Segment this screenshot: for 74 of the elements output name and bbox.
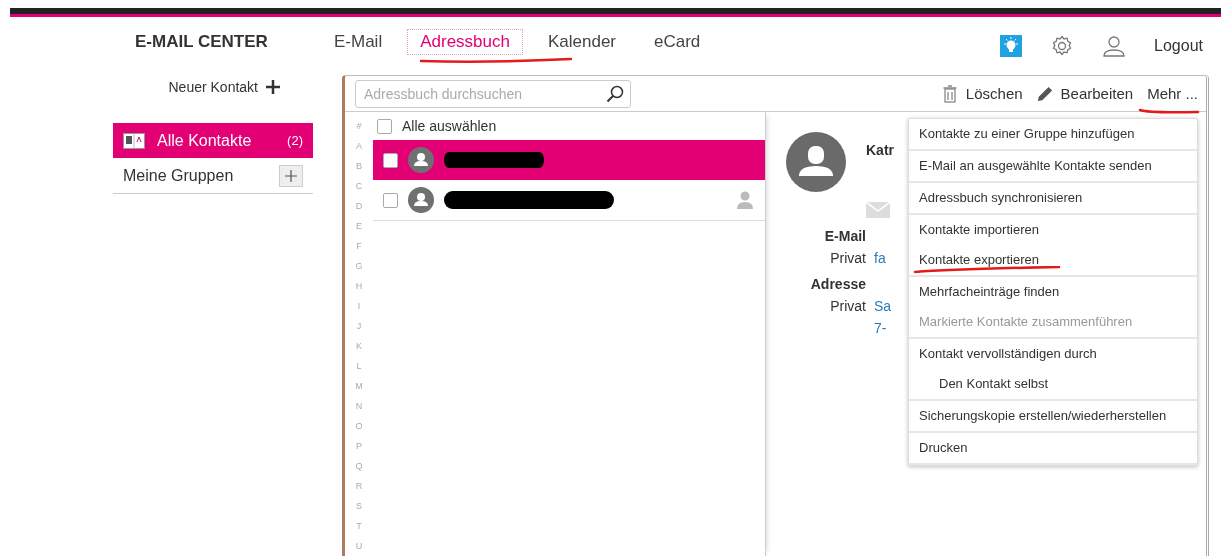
sidebar-label: Alle Kontakte [157, 131, 253, 150]
checkbox[interactable] [377, 118, 392, 134]
avatar-icon [786, 132, 846, 192]
menu-item[interactable]: Den Kontakt selbst [909, 369, 1197, 399]
search-icon[interactable] [606, 84, 624, 103]
section-title: E-Mail [823, 228, 866, 244]
contact-row[interactable] [373, 140, 765, 180]
checkbox[interactable] [383, 152, 398, 168]
field-label: Privat [829, 298, 866, 316]
menu-item[interactable]: Mehrfacheinträge finden [909, 277, 1197, 307]
nav-tab[interactable]: eCard [641, 29, 714, 55]
toolbar-button[interactable]: Mehr ... [1147, 84, 1198, 103]
index-letter[interactable]: M [355, 376, 363, 396]
sidebar-item[interactable]: Alle Kontakte (2) [113, 123, 313, 158]
lightbulb-icon[interactable] [1000, 35, 1023, 57]
index-letter[interactable]: K [356, 336, 362, 356]
menu-item[interactable]: E-Mail an ausgewählte Kontakte senden [909, 151, 1197, 181]
menu-item[interactable]: Kontakt vervollständigen durch [909, 339, 1197, 369]
index-letter[interactable]: G [355, 256, 363, 276]
plus-icon [285, 170, 297, 182]
index-letter[interactable]: C [355, 176, 363, 196]
field-value[interactable]: 7- [874, 320, 892, 336]
checkbox[interactable] [383, 192, 398, 208]
contact-name: Katr [866, 142, 894, 160]
index-letter[interactable]: O [355, 416, 363, 436]
brand-title: E-MAIL CENTER [135, 32, 269, 52]
index-letter[interactable]: L [356, 356, 362, 376]
menu-item[interactable]: Kontakte zu einer Gruppe hinzufügen [909, 119, 1197, 149]
contact-count: (2) [287, 133, 303, 148]
sidebar-item[interactable]: Meine Gruppen [113, 159, 313, 194]
index-letter[interactable]: S [356, 496, 362, 516]
index-letter[interactable]: Q [355, 456, 363, 476]
menu-item[interactable]: Drucken [909, 433, 1197, 463]
menu-item[interactable]: Kontakte exportieren [909, 245, 1197, 275]
search-field[interactable]: Adressbuch durchsuchen [355, 79, 631, 108]
menu-item[interactable]: Adressbuch synchronisieren [909, 183, 1197, 213]
index-letter[interactable]: T [356, 516, 362, 536]
index-letter[interactable]: U [355, 536, 363, 556]
plus-icon [266, 80, 280, 94]
index-letter[interactable]: H [355, 276, 363, 296]
select-all-label: Alle auswählen [402, 118, 497, 134]
nav-tab[interactable]: Kalender [534, 29, 629, 55]
new-contact-button[interactable]: Neuer Kontakt [168, 79, 280, 95]
logout-link[interactable]: Logout [1154, 37, 1203, 55]
index-letter[interactable]: E [356, 216, 362, 236]
field-label: Privat [829, 250, 866, 266]
nav-tab[interactable]: Adressbuch [407, 29, 523, 55]
nav-tab[interactable]: E-Mail [333, 29, 396, 55]
index-letter[interactable]: # [356, 116, 362, 136]
index-letter[interactable]: N [355, 396, 363, 416]
menu-item[interactable]: Kontakte importieren [909, 215, 1197, 245]
index-letter[interactable]: A [356, 136, 362, 156]
avatar-icon [408, 187, 434, 213]
pencil-icon [1036, 84, 1053, 103]
add-group-button[interactable] [279, 165, 303, 187]
field-value[interactable]: Sa [874, 298, 892, 314]
toolbar-button[interactable]: Bearbeiten [1036, 84, 1134, 103]
field-value[interactable]: fa [874, 250, 886, 266]
trash-icon [941, 84, 958, 103]
index-letter[interactable]: J [356, 316, 362, 336]
section-title: Adresse [809, 276, 866, 292]
index-letter[interactable]: P [356, 436, 362, 456]
toolbar-button[interactable]: Löschen [941, 84, 1023, 103]
menu-item[interactable]: Sicherungskopie erstellen/wiederherstellen [909, 401, 1197, 431]
index-letter[interactable]: D [355, 196, 363, 216]
avatar-icon [408, 147, 434, 173]
index-letter[interactable]: F [356, 236, 362, 256]
index-letter[interactable]: B [356, 156, 362, 176]
user-icon[interactable] [1102, 34, 1127, 58]
sidebar-label: Meine Gruppen [123, 167, 235, 185]
address-book-icon [123, 132, 145, 149]
person-icon [737, 191, 753, 209]
index-letter[interactable]: R [355, 476, 363, 496]
annotation-underline [1138, 108, 1200, 114]
